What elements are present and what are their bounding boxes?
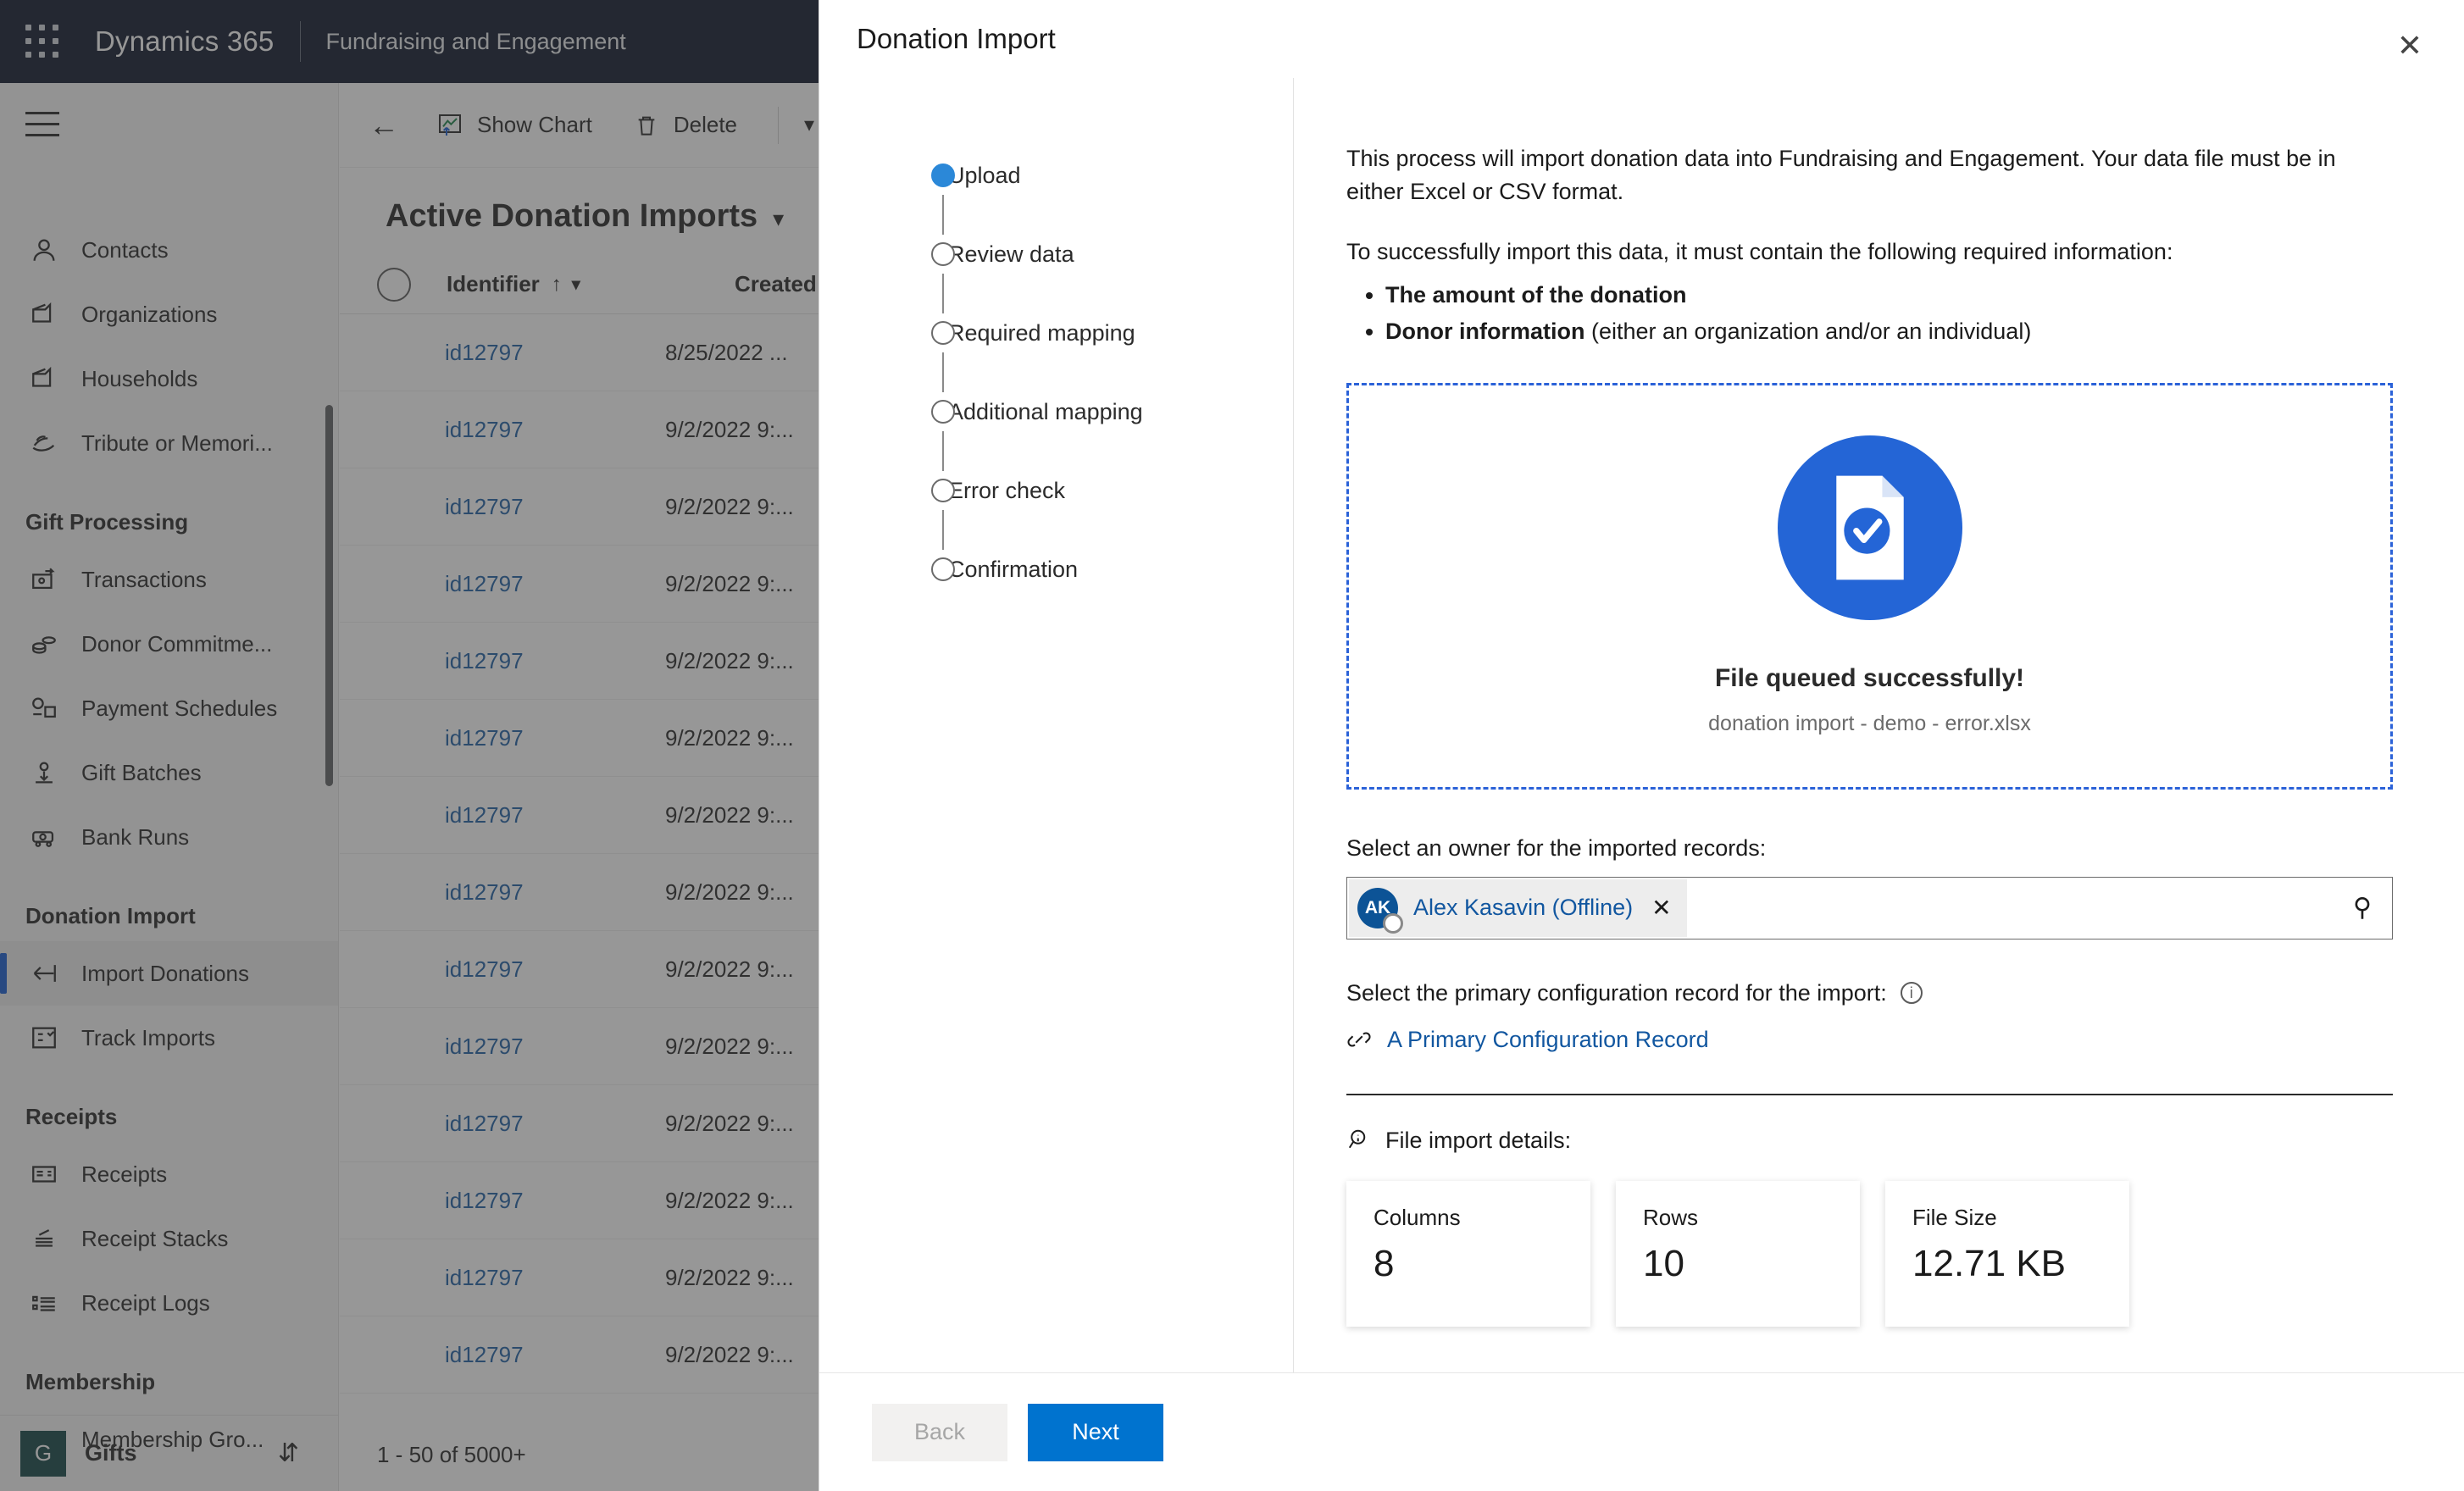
close-icon[interactable]: ✕: [1651, 894, 1671, 922]
owner-lookup-input[interactable]: AK Alex Kasavin (Offline) ✕ ⚲: [1346, 876, 2393, 939]
link-icon: [1347, 1032, 1371, 1047]
close-icon[interactable]: ✕: [2386, 22, 2433, 69]
step-dot-icon: [931, 321, 955, 345]
detail-card-value: 10: [1643, 1242, 1684, 1284]
requirement-bold: Donor information: [1385, 319, 1585, 345]
owner-field-label: Select an owner for the imported records…: [1346, 834, 1767, 861]
upload-step-content: This process will import donation data i…: [1294, 78, 2464, 1372]
step-label: Required mapping: [948, 319, 1135, 346]
panel-header: Donation Import ✕: [819, 0, 2464, 78]
dropzone-filename: donation import - demo - error.xlsx: [1708, 712, 2031, 736]
requirement-item: The amount of the donation: [1385, 277, 2393, 313]
wizard-stepper: Upload Review data Required mapping Addi…: [819, 78, 1294, 1372]
step-review-data[interactable]: Review data: [819, 235, 1293, 274]
requirements-lead: To successfully import this data, it mus…: [1346, 239, 2173, 265]
panel-body: Upload Review data Required mapping Addi…: [819, 78, 2464, 1372]
step-confirmation[interactable]: Confirmation: [819, 550, 1293, 589]
step-label: Error check: [948, 477, 1066, 503]
requirement-bold: The amount of the donation: [1385, 282, 1687, 308]
config-record-label: A Primary Configuration Record: [1387, 1026, 1709, 1052]
owner-name: Alex Kasavin (Offline): [1413, 895, 1634, 921]
config-field-label: Select the primary configuration record …: [1346, 980, 2393, 1006]
step-dot-icon: [931, 557, 955, 581]
avatar: AK: [1357, 887, 1403, 934]
offline-presence-icon: [1383, 912, 1403, 934]
info-magnifier-icon: [1348, 1129, 1366, 1149]
step-additional-mapping[interactable]: Additional mapping: [819, 392, 1293, 431]
info-icon[interactable]: i: [1900, 982, 1923, 1005]
step-label: Review data: [948, 241, 1074, 267]
step-label: Additional mapping: [948, 398, 1143, 424]
file-check-icon: [1777, 435, 1962, 621]
step-dot-icon: [931, 479, 955, 502]
config-label-text: Select the primary configuration record …: [1346, 979, 1887, 1006]
step-connector: [942, 431, 944, 471]
step-label: Confirmation: [948, 556, 1079, 582]
requirement-rest: (either an organization and/or an indivi…: [1584, 319, 2032, 345]
primary-configuration-record-link[interactable]: A Primary Configuration Record: [1346, 1027, 2393, 1053]
details-label-text: File import details:: [1385, 1127, 1572, 1153]
step-error-check[interactable]: Error check: [819, 471, 1293, 510]
next-button[interactable]: Next: [1028, 1403, 1163, 1461]
step-dot-icon: [931, 164, 955, 187]
step-connector: [942, 195, 944, 235]
step-connector: [942, 274, 944, 313]
donation-import-panel: Donation Import ✕ Upload Review data Req…: [819, 0, 2464, 1491]
detail-card-value: 8: [1374, 1242, 1395, 1284]
section-divider: [1346, 1093, 2393, 1095]
file-import-details-cards: Columns 8 Rows 10 File Size 12.71 KB: [1346, 1180, 2393, 1327]
detail-card-rows: Rows 10: [1616, 1180, 1860, 1327]
back-button[interactable]: Back: [872, 1403, 1007, 1461]
detail-card-key: Rows: [1643, 1204, 1699, 1230]
owner-chip[interactable]: AK Alex Kasavin (Offline) ✕: [1349, 879, 1687, 937]
intro-text: This process will import donation data i…: [1346, 146, 2336, 205]
step-dot-icon: [931, 400, 955, 424]
step-connector: [942, 510, 944, 550]
detail-card-key: Columns: [1374, 1204, 1461, 1230]
step-connector: [942, 352, 944, 392]
panel-title: Donation Import: [857, 23, 1056, 54]
panel-footer: Back Next: [819, 1372, 2464, 1491]
file-dropzone[interactable]: File queued successfully! donation impor…: [1346, 382, 2393, 790]
file-import-details-label: File import details:: [1346, 1128, 2393, 1154]
step-upload[interactable]: Upload: [819, 156, 1293, 195]
dropzone-title: File queued successfully!: [1714, 664, 2025, 693]
detail-card-columns: Columns 8: [1346, 1180, 1590, 1327]
step-label: Upload: [948, 162, 1021, 188]
search-icon[interactable]: ⚲: [2353, 893, 2372, 923]
detail-card-value: 12.71 KB: [1912, 1242, 2067, 1284]
detail-card-file-size: File Size 12.71 KB: [1885, 1180, 2129, 1327]
step-dot-icon: [931, 242, 955, 266]
detail-card-key: File Size: [1912, 1204, 1997, 1230]
step-required-mapping[interactable]: Required mapping: [819, 313, 1293, 352]
requirement-item: Donor information (either an organizatio…: [1385, 313, 2393, 350]
requirements-list: The amount of the donation Donor informa…: [1385, 277, 2393, 350]
